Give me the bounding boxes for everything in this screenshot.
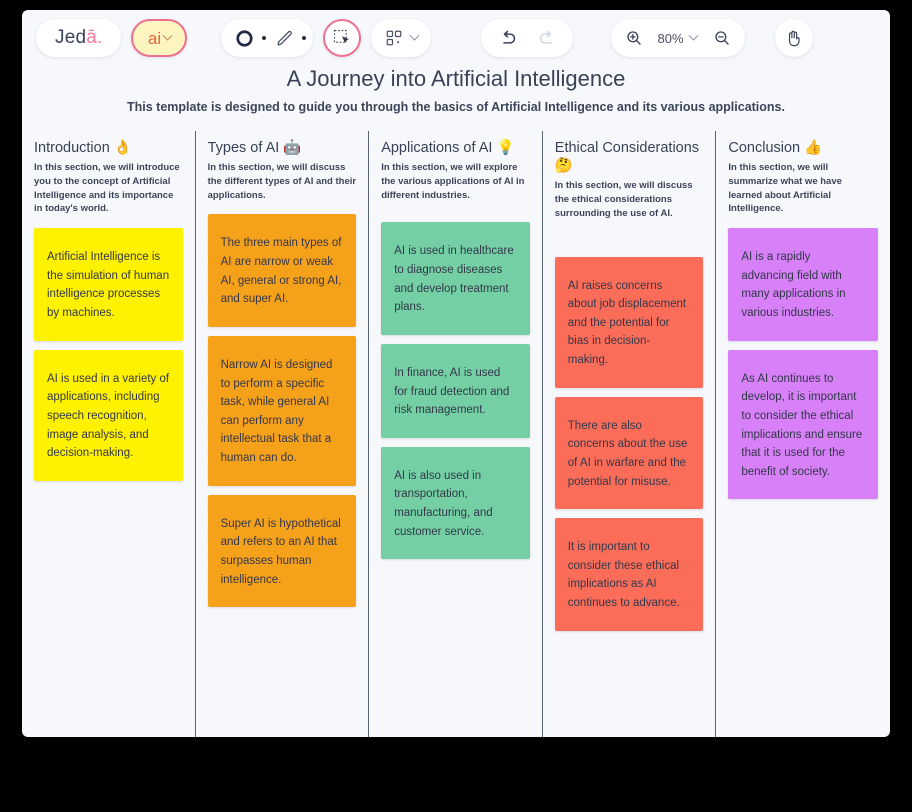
sticky-note[interactable]: Super AI is hypothetical and refers to a… bbox=[207, 494, 357, 608]
page-subtitle: This template is designed to guide you t… bbox=[127, 100, 785, 114]
column-types-of-ai: Types of AI 🤖 In this section, we will d… bbox=[196, 131, 370, 737]
zoom-level-label[interactable]: 80% bbox=[651, 31, 689, 46]
undo-icon[interactable] bbox=[487, 21, 527, 55]
column-introduction: Introduction 👌 In this section, we will … bbox=[22, 131, 196, 737]
layout-spacer bbox=[555, 233, 704, 257]
sticky-note[interactable]: As AI continues to develop, it is import… bbox=[728, 349, 878, 500]
ai-assistant-button[interactable]: ai bbox=[131, 19, 188, 57]
sticky-note[interactable]: It is important to consider these ethica… bbox=[554, 518, 704, 631]
chevron-down-icon[interactable] bbox=[410, 30, 420, 41]
column-conclusion: Conclusion 👍 In this section, we will su… bbox=[716, 131, 890, 737]
hand-pan-icon[interactable] bbox=[774, 19, 813, 57]
column-description: In this section, we will summarize what … bbox=[728, 162, 842, 215]
page-title: A Journey into Artificial Intelligence bbox=[286, 66, 626, 91]
sticky-note[interactable]: Narrow AI is designed to perform a speci… bbox=[207, 335, 357, 486]
column-title: Applications of AI 💡 bbox=[381, 140, 515, 156]
sticky-note[interactable]: Artificial Intelligence is the simulatio… bbox=[34, 228, 183, 341]
toolbar: Jedā. ai 80% bbox=[22, 10, 890, 66]
history-group bbox=[481, 19, 574, 57]
sticky-note[interactable]: The three main types of AI are narrow or… bbox=[207, 214, 357, 327]
column-description: In this section, we will discuss the eth… bbox=[554, 180, 693, 219]
chevron-down-icon bbox=[162, 30, 173, 41]
brand-logo-text: Jedā. bbox=[55, 27, 103, 48]
column-ethical-considerations: Ethical Considerations 🤔 In this section… bbox=[543, 131, 717, 737]
ai-label: ai bbox=[147, 28, 162, 48]
zoom-group: 80% bbox=[611, 19, 745, 57]
whiteboard-app: Jedā. ai 80% A Journey into Artificial I… bbox=[22, 10, 890, 737]
shape-options-dot-icon[interactable] bbox=[262, 36, 267, 40]
draw-tools-group bbox=[221, 19, 314, 57]
circle-shape-icon[interactable] bbox=[227, 21, 261, 55]
sticky-note[interactable]: AI is used in a variety of applications,… bbox=[34, 349, 183, 481]
column-description: In this section, we will introduce you t… bbox=[34, 162, 180, 215]
sticky-note[interactable]: AI raises concerns about job displacemen… bbox=[554, 256, 704, 388]
sticky-note[interactable]: In finance, AI is used for fraud detecti… bbox=[381, 343, 530, 438]
column-title: Types of AI 🤖 bbox=[207, 140, 302, 156]
pencil-icon[interactable] bbox=[267, 21, 301, 55]
column-title: Conclusion 👍 bbox=[728, 140, 823, 156]
column-title: Ethical Considerations 🤔 bbox=[554, 140, 700, 175]
zoom-in-icon[interactable] bbox=[617, 21, 651, 55]
pen-options-dot-icon[interactable] bbox=[302, 36, 307, 40]
sticky-note[interactable]: AI is also used in transportation, manuf… bbox=[381, 446, 530, 560]
sticky-note[interactable]: There are also concerns about the use of… bbox=[554, 396, 704, 510]
sticky-note[interactable]: AI is used in healthcare to diagnose dis… bbox=[381, 222, 530, 335]
zoom-out-icon[interactable] bbox=[705, 21, 739, 55]
layout-spacer bbox=[381, 214, 530, 222]
templates-grid-icon[interactable] bbox=[377, 21, 411, 55]
sticky-note[interactable]: AI is a rapidly advancing field with man… bbox=[728, 228, 878, 341]
select-cursor-icon[interactable] bbox=[323, 19, 362, 57]
column-title: Introduction 👌 bbox=[34, 140, 132, 156]
board-columns: Introduction 👌 In this section, we will … bbox=[22, 131, 890, 737]
templates-button[interactable] bbox=[371, 19, 432, 57]
column-applications-of-ai: Applications of AI 💡 In this section, we… bbox=[369, 131, 543, 737]
chevron-down-icon[interactable] bbox=[688, 30, 698, 41]
column-description: In this section, we will discuss the dif… bbox=[207, 162, 357, 201]
brand-logo[interactable]: Jedā. bbox=[36, 19, 122, 57]
column-description: In this section, we will explore the var… bbox=[381, 162, 525, 201]
redo-icon[interactable] bbox=[527, 21, 567, 55]
